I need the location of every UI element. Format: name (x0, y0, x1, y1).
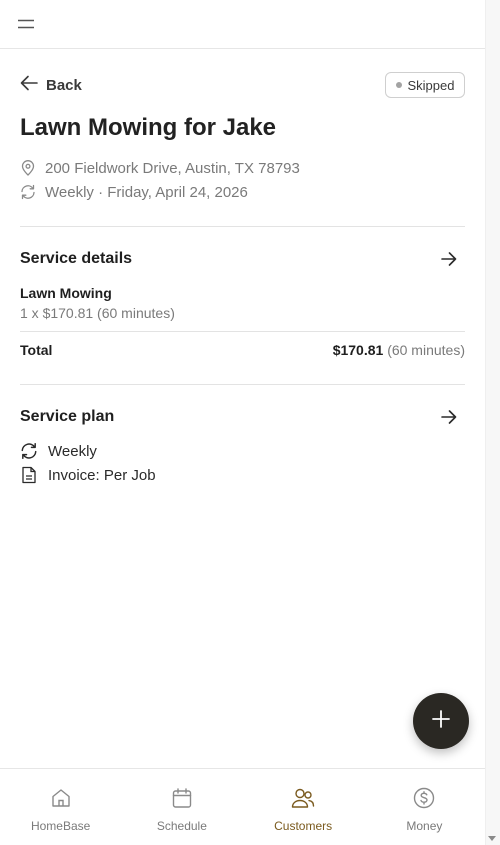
job-schedule: Weekly · Friday, April 24, 2026 (45, 183, 248, 201)
total-duration: (60 minutes) (387, 342, 465, 358)
job-address: 200 Fieldwork Drive, Austin, TX 78793 (45, 159, 300, 177)
repeat-icon (20, 442, 38, 460)
status-badge: Skipped (385, 72, 465, 98)
scroll-down-arrow-icon[interactable] (488, 836, 496, 841)
divider (20, 226, 465, 227)
nav-label-homebase: HomeBase (30, 819, 91, 833)
line-item-detail: 1 x $170.81 (60 minutes) (20, 305, 175, 321)
status-dot-icon (395, 82, 402, 88)
calendar-icon (170, 786, 194, 810)
dollar-icon (412, 786, 436, 810)
hamburger-menu-icon[interactable] (14, 12, 38, 36)
back-label: Back (46, 76, 82, 94)
total-label: Total (20, 342, 53, 358)
repeat-icon (20, 184, 36, 200)
service-details-arrow-icon[interactable] (438, 248, 460, 270)
document-icon (20, 466, 38, 484)
status-label: Skipped (407, 77, 455, 93)
nav-item-homebase[interactable]: HomeBase (0, 769, 121, 845)
nav-label-money: Money (406, 819, 443, 833)
users-icon (291, 786, 315, 810)
service-details-title: Service details (20, 250, 133, 267)
schedule-row: Weekly · Friday, April 24, 2026 (20, 182, 248, 202)
back-button[interactable]: Back (20, 74, 82, 96)
divider (20, 331, 465, 332)
divider (20, 384, 465, 385)
nav-item-money[interactable]: Money (364, 769, 485, 845)
total-value: $170.81 (60 minutes) (333, 342, 465, 358)
bottom-nav: HomeBase Schedule Customers Money (0, 768, 485, 845)
plan-frequency-row: Weekly (20, 440, 97, 462)
address-row: 200 Fieldwork Drive, Austin, TX 78793 (20, 158, 300, 178)
location-pin-icon (20, 160, 36, 176)
home-icon (49, 786, 73, 810)
nav-label-customers: Customers (274, 819, 333, 833)
nav-item-schedule[interactable]: Schedule (121, 769, 242, 845)
scrollbar[interactable] (485, 0, 500, 845)
plan-invoice: Invoice: Per Job (48, 466, 156, 484)
service-plan-title: Service plan (20, 408, 115, 425)
service-plan-arrow-icon[interactable] (438, 406, 460, 428)
total-amount: $170.81 (332, 342, 384, 358)
arrow-left-icon (20, 75, 38, 96)
top-bar (0, 0, 485, 49)
nav-label-schedule: Schedule (156, 819, 207, 833)
nav-item-customers[interactable]: Customers (243, 769, 364, 845)
plus-icon (431, 709, 451, 734)
plan-frequency: Weekly (48, 442, 97, 460)
page-title: Lawn Mowing for Jake (20, 114, 277, 141)
line-item-name: Lawn Mowing (20, 285, 112, 301)
plan-invoice-row: Invoice: Per Job (20, 464, 156, 486)
add-button[interactable] (413, 693, 469, 749)
